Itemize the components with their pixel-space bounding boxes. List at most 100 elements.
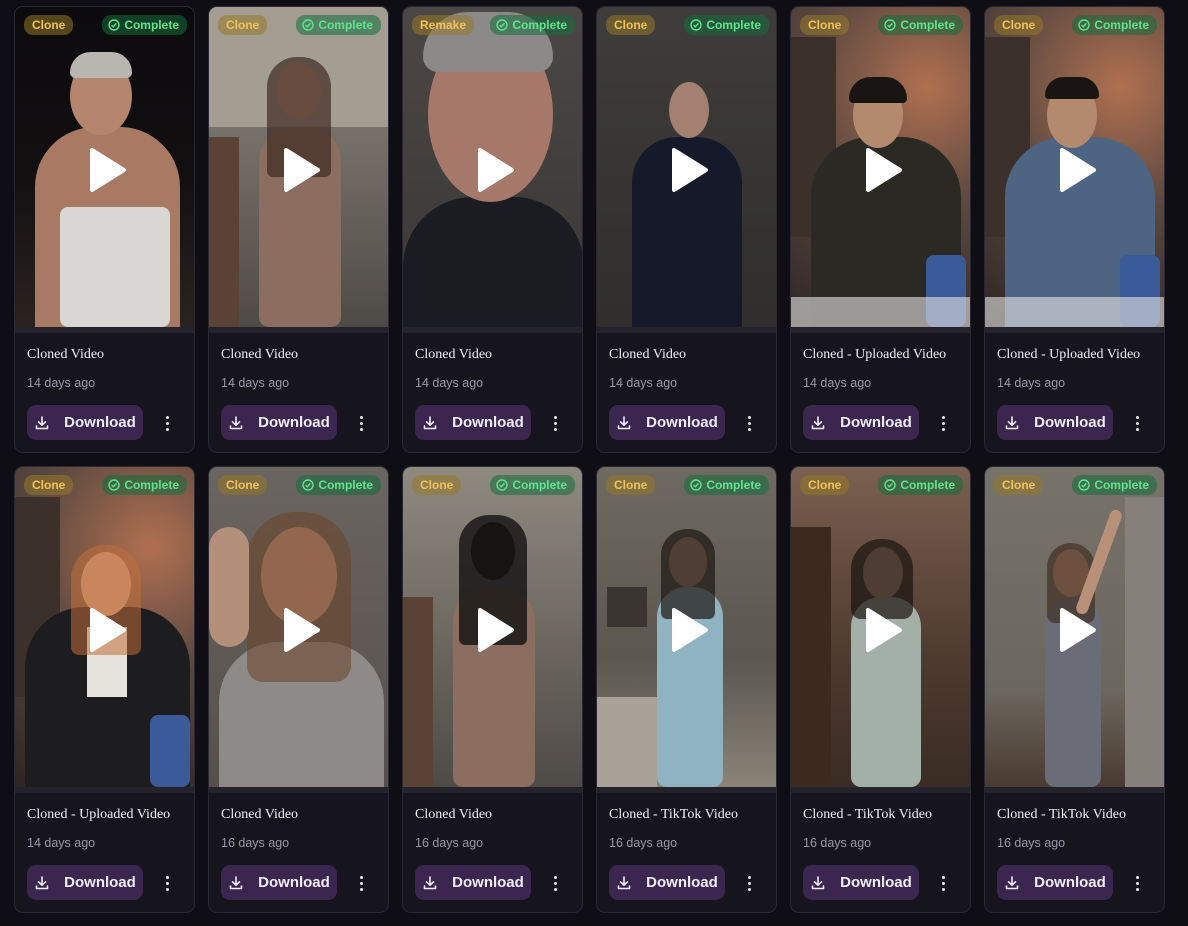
- download-button[interactable]: Download: [803, 865, 919, 900]
- download-icon: [1005, 415, 1019, 429]
- play-icon[interactable]: [476, 607, 516, 653]
- status-label: Complete: [1094, 478, 1149, 492]
- status-label: Complete: [706, 18, 761, 32]
- more-vertical-icon[interactable]: [933, 870, 953, 896]
- download-button[interactable]: Download: [27, 865, 143, 900]
- play-icon[interactable]: [1058, 147, 1098, 193]
- video-card: Clone Complete Cloned - Uploaded Video 1…: [14, 466, 195, 913]
- video-thumbnail[interactable]: Clone Complete: [209, 467, 388, 787]
- video-thumbnail[interactable]: Clone Complete: [791, 7, 970, 327]
- play-icon[interactable]: [1058, 607, 1098, 653]
- check-circle-icon: [108, 479, 121, 491]
- status-badge: Complete: [102, 475, 187, 495]
- progress-strip: [791, 787, 970, 793]
- video-timestamp: 16 days ago: [415, 836, 484, 850]
- video-title: Cloned - Uploaded Video: [997, 347, 1141, 362]
- video-title: Cloned Video: [609, 347, 687, 362]
- more-vertical-icon[interactable]: [545, 870, 565, 896]
- video-card: Clone Complete Cloned - TikTok Video 16 …: [984, 466, 1165, 913]
- check-circle-icon: [108, 19, 121, 31]
- check-circle-icon: [1078, 19, 1091, 31]
- more-vertical-icon[interactable]: [157, 410, 177, 436]
- download-button[interactable]: Download: [997, 405, 1113, 440]
- play-icon[interactable]: [670, 607, 710, 653]
- video-thumbnail[interactable]: Clone Complete: [403, 467, 582, 787]
- video-title: Cloned - TikTok Video: [803, 807, 932, 822]
- type-badge: Clone: [218, 475, 268, 495]
- status-label: Complete: [124, 18, 179, 32]
- download-button[interactable]: Download: [415, 405, 531, 440]
- download-icon: [423, 875, 437, 889]
- download-button[interactable]: Download: [27, 405, 143, 440]
- download-label: Download: [840, 414, 912, 431]
- status-badge: Complete: [684, 475, 769, 495]
- status-label: Complete: [512, 478, 567, 492]
- play-icon[interactable]: [282, 147, 322, 193]
- check-circle-icon: [884, 479, 897, 491]
- status-label: Complete: [318, 18, 373, 32]
- video-thumbnail[interactable]: Clone Complete: [985, 7, 1164, 327]
- download-button[interactable]: Download: [609, 405, 725, 440]
- video-thumbnail[interactable]: Clone Complete: [791, 467, 970, 787]
- video-timestamp: 16 days ago: [997, 836, 1066, 850]
- more-vertical-icon[interactable]: [1127, 870, 1147, 896]
- download-button[interactable]: Download: [415, 865, 531, 900]
- more-vertical-icon[interactable]: [739, 870, 759, 896]
- check-circle-icon: [302, 19, 315, 31]
- download-label: Download: [258, 874, 330, 891]
- more-vertical-icon[interactable]: [157, 870, 177, 896]
- more-vertical-icon[interactable]: [351, 870, 371, 896]
- play-icon[interactable]: [476, 147, 516, 193]
- download-label: Download: [646, 414, 718, 431]
- video-thumbnail[interactable]: Clone Complete: [597, 7, 776, 327]
- video-card: Clone Complete Cloned Video 14 days ago …: [596, 6, 777, 453]
- download-button[interactable]: Download: [609, 865, 725, 900]
- more-vertical-icon[interactable]: [351, 410, 371, 436]
- video-thumbnail[interactable]: Clone Complete: [15, 7, 194, 327]
- video-thumbnail[interactable]: Clone Complete: [15, 467, 194, 787]
- play-icon[interactable]: [88, 607, 128, 653]
- more-vertical-icon[interactable]: [545, 410, 565, 436]
- status-badge: Complete: [1072, 15, 1157, 35]
- download-label: Download: [1034, 414, 1106, 431]
- type-badge: Clone: [800, 15, 850, 35]
- status-badge: Complete: [1072, 475, 1157, 495]
- video-thumbnail[interactable]: Remake Complete: [403, 7, 582, 327]
- video-card: Clone Complete Cloned - TikTok Video 16 …: [596, 466, 777, 913]
- play-icon[interactable]: [88, 147, 128, 193]
- type-badge: Clone: [412, 475, 462, 495]
- video-timestamp: 16 days ago: [221, 836, 290, 850]
- video-title: Cloned Video: [221, 347, 299, 362]
- play-icon[interactable]: [282, 607, 322, 653]
- status-badge: Complete: [684, 15, 769, 35]
- type-badge: Clone: [606, 475, 656, 495]
- video-thumbnail[interactable]: Clone Complete: [209, 7, 388, 327]
- more-vertical-icon[interactable]: [1127, 410, 1147, 436]
- video-card: Remake Complete Cloned Video 14 days ago…: [402, 6, 583, 453]
- download-icon: [229, 875, 243, 889]
- video-timestamp: 14 days ago: [803, 376, 872, 390]
- video-thumbnail[interactable]: Clone Complete: [597, 467, 776, 787]
- download-label: Download: [646, 874, 718, 891]
- type-badge: Clone: [218, 15, 268, 35]
- status-label: Complete: [124, 478, 179, 492]
- type-badge: Clone: [800, 475, 850, 495]
- video-thumbnail[interactable]: Clone Complete: [985, 467, 1164, 787]
- download-button[interactable]: Download: [221, 865, 337, 900]
- download-label: Download: [64, 874, 136, 891]
- play-icon[interactable]: [864, 607, 904, 653]
- download-button[interactable]: Download: [997, 865, 1113, 900]
- progress-strip: [15, 327, 194, 333]
- video-title: Cloned - Uploaded Video: [803, 347, 947, 362]
- video-card: Clone Complete Cloned - Uploaded Video 1…: [984, 6, 1165, 453]
- play-icon[interactable]: [670, 147, 710, 193]
- check-circle-icon: [690, 479, 703, 491]
- play-icon[interactable]: [864, 147, 904, 193]
- more-vertical-icon[interactable]: [739, 410, 759, 436]
- more-vertical-icon[interactable]: [933, 410, 953, 436]
- status-label: Complete: [318, 478, 373, 492]
- download-button[interactable]: Download: [221, 405, 337, 440]
- download-button[interactable]: Download: [803, 405, 919, 440]
- download-icon: [423, 415, 437, 429]
- video-timestamp: 14 days ago: [997, 376, 1066, 390]
